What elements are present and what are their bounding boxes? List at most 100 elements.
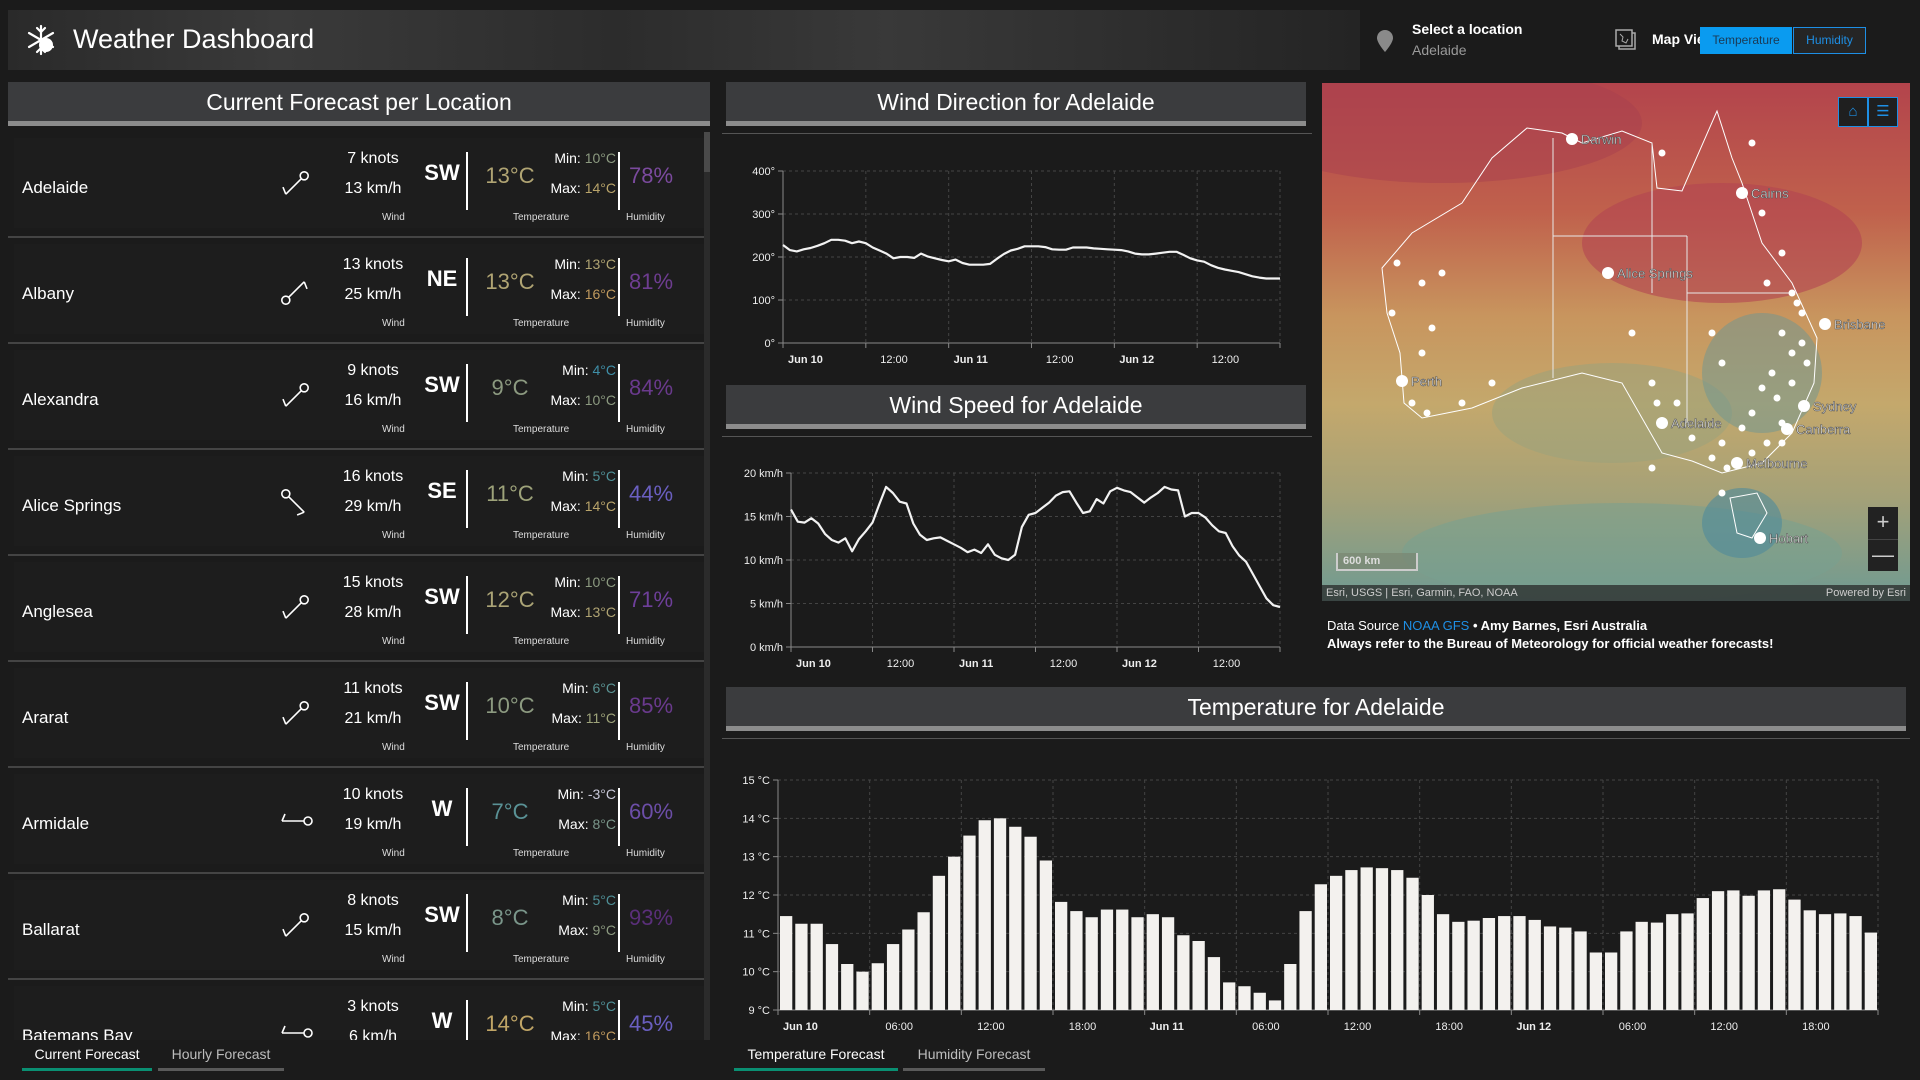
temperature-bar (1131, 917, 1144, 1010)
location-pin-icon[interactable] (1377, 30, 1393, 52)
wind-barb-icon (281, 813, 313, 826)
wind-knots: 7 knots (347, 150, 399, 167)
map-toggle-temperature[interactable]: Temperature (1700, 27, 1792, 54)
x-tick-label: Jun 10 (796, 658, 831, 670)
x-tick-label: 12:00 (1212, 354, 1240, 366)
noaa-gfs-link[interactable]: NOAA GFS (1403, 618, 1469, 633)
temperature-bar (1009, 826, 1022, 1010)
max-temperature: Max: 14°C (550, 498, 616, 514)
temperature-bar (993, 818, 1007, 1010)
temperature-bar (1589, 952, 1602, 1010)
temperature-bar (1406, 877, 1419, 1010)
series-line (782, 238, 1280, 280)
temperature-bar (1421, 895, 1434, 1010)
y-tick-label: 200° (752, 252, 775, 264)
divider (722, 133, 1312, 134)
temperature-chart: 9 °C 10 °C 11 °C 12 °C 13 °C 14 °C 15 °C Jun 10… (742, 775, 1879, 1033)
city-label: Cairns (1751, 186, 1789, 201)
location-name: Alice Springs (22, 496, 122, 515)
current-temperature: 14°C (485, 1011, 535, 1036)
temperature-bar (1314, 884, 1327, 1010)
location-selector-label[interactable]: Select a location (1412, 21, 1522, 37)
temperature-bar (1757, 890, 1771, 1010)
max-temperature: Max: 10°C (550, 392, 616, 408)
y-tick-label: 13 °C (742, 852, 770, 864)
temperature-bar (1635, 921, 1648, 1010)
temperature-bar (1330, 875, 1343, 1010)
temperature-bar (932, 875, 946, 1010)
forecast-row[interactable]: Adelaide 7 knots 13 km/h Wind SW 13°C Mi… (8, 132, 710, 238)
station-marker (1658, 149, 1666, 157)
temperature-bar (1803, 910, 1816, 1010)
forecast-row[interactable]: Ballarat 8 knots 15 km/h Wind SW 8°C Min… (8, 874, 710, 980)
humidity-value: 45% (628, 1011, 674, 1036)
forecast-row[interactable]: Armidale 10 knots 19 km/h Wind W 7°C Min… (8, 768, 710, 874)
y-tick-label: 20 km/h (744, 468, 783, 480)
divider (618, 364, 620, 422)
forecast-list[interactable]: Adelaide 7 knots 13 km/h Wind SW 13°C Mi… (8, 132, 710, 1040)
humidity-caption: Humidity (626, 530, 665, 541)
max-temperature: Max: 16°C (550, 1028, 616, 1040)
forecast-row[interactable]: Alice Springs 16 knots 29 km/h Wind SE 1… (8, 450, 710, 556)
y-tick-label: 11 °C (743, 928, 770, 940)
x-tick-label: 12:00 (1710, 1021, 1738, 1033)
forecast-row[interactable]: Anglesea 15 knots 28 km/h Wind SW 12°C M… (8, 556, 710, 662)
forecast-list-scrollbar[interactable] (704, 132, 710, 1040)
scrollbar-thumb[interactable] (704, 132, 710, 172)
wind-kmh: 29 km/h (344, 498, 402, 515)
station-marker (1648, 379, 1656, 387)
humidity-value: 81% (628, 269, 674, 294)
x-tick-label: 12:00 (1050, 658, 1078, 670)
legend-list-icon[interactable]: ☰ (1868, 97, 1898, 127)
map-zoom-control: + — (1868, 507, 1898, 571)
station-marker (1673, 399, 1681, 407)
divider (466, 576, 468, 634)
x-tick-label: 06:00 (1619, 1021, 1647, 1033)
location-selector-value[interactable]: Adelaide (1412, 42, 1467, 58)
temperature-caption: Temperature (513, 424, 570, 435)
temperature-caption: Temperature (513, 530, 570, 541)
zoom-in-button[interactable]: + (1868, 507, 1898, 539)
y-tick-label: 14 °C (742, 813, 770, 825)
temperature-bar (978, 820, 991, 1010)
location-name: Albany (22, 284, 74, 303)
city-marker (1602, 267, 1614, 279)
map-canvas[interactable]: Darwin Cairns Alice Springs Brisbane Perth Sy… (1322, 83, 1910, 601)
zoom-out-button[interactable]: — (1868, 539, 1898, 571)
wind-barb-icon (282, 595, 309, 619)
forecast-row[interactable]: Albany 13 knots 25 km/h Wind NE 13°C Min… (8, 238, 710, 344)
map-view[interactable]: Darwin Cairns Alice Springs Brisbane Perth Sy… (1322, 83, 1910, 601)
min-temperature: Min: 6°C (562, 680, 616, 696)
current-temperature: 7°C (491, 799, 529, 824)
station-marker (1708, 329, 1716, 337)
data-credit: Data Source NOAA GFS • Amy Barnes, Esri … (1327, 617, 1773, 653)
station-marker (1768, 369, 1776, 377)
temperature-bar (871, 963, 884, 1010)
tab-temperature-forecast[interactable]: Temperature Forecast (734, 1046, 898, 1071)
temperature-bar (1482, 918, 1496, 1010)
x-tick-label: Jun 12 (1122, 658, 1157, 670)
x-tick-label: Jun 10 (783, 1021, 818, 1033)
wind-direction: SE (427, 478, 457, 503)
divider (466, 152, 468, 210)
forecast-row[interactable]: Alexandra 9 knots 16 km/h Wind SW 9°C Mi… (8, 344, 710, 450)
tab-hourly-forecast[interactable]: Hourly Forecast (158, 1046, 284, 1071)
home-icon[interactable]: ⌂ (1838, 97, 1868, 127)
forecast-row[interactable]: Ararat 11 knots 21 km/h Wind SW 10°C Min… (8, 662, 710, 768)
wind-kmh: 15 km/h (344, 922, 402, 939)
temperature-bar (1116, 909, 1129, 1010)
wind-kmh: 19 km/h (344, 816, 402, 833)
station-marker (1438, 269, 1446, 277)
powered-by-esri[interactable]: Powered by Esri (1826, 585, 1906, 601)
temperature-bar (917, 912, 930, 1010)
tab-current-forecast[interactable]: Current Forecast (22, 1046, 152, 1071)
map-toggle-humidity[interactable]: Humidity (1793, 27, 1866, 54)
forecast-row[interactable]: Batemans Bay 3 knots 6 km/h Wind W 14°C … (8, 980, 710, 1040)
station-marker (1393, 259, 1401, 267)
y-tick-label: 100° (752, 295, 775, 307)
x-tick-label: 18:00 (1802, 1021, 1830, 1033)
location-name: Armidale (22, 814, 90, 833)
tab-humidity-forecast[interactable]: Humidity Forecast (903, 1046, 1045, 1071)
temperature-bar (1375, 868, 1389, 1010)
station-marker (1688, 434, 1696, 442)
